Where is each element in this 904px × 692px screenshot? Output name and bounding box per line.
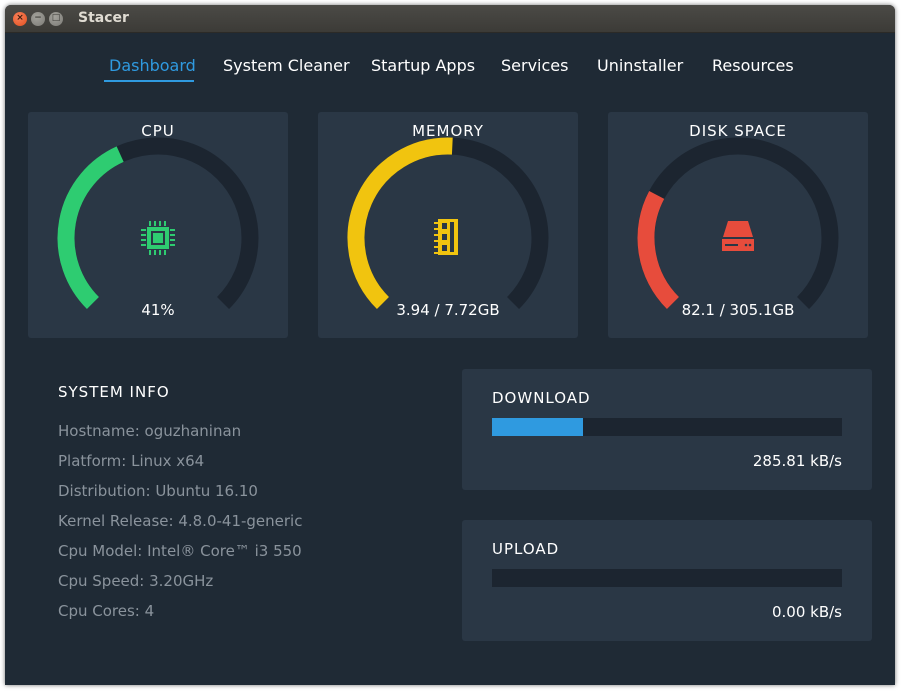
upload-title: UPLOAD [492,540,560,558]
app-window: × − □ Stacer Dashboard System Cleaner St… [5,5,895,685]
download-bar-fill [492,418,583,436]
cpu-chip-icon [141,221,175,255]
tab-dashboard[interactable]: Dashboard [109,56,196,75]
upload-bar [492,569,842,587]
upload-speed: 0.00 kB/s [771,603,842,621]
download-bar [492,418,842,436]
window-title: Stacer [78,10,129,26]
tab-resources[interactable]: Resources [712,56,794,75]
download-speed: 285.81 kB/s [752,452,842,470]
upload-panel: UPLOAD 0.00 kB/s [462,520,872,641]
system-info-cpu-cores: Cpu Cores: 4 [58,602,155,620]
main-nav: Dashboard System Cleaner Startup Apps Se… [5,33,895,93]
system-info-cpu-model: Cpu Model: Intel® Core™ i3 550 [58,542,302,560]
download-title: DOWNLOAD [492,389,591,407]
system-info-title: SYSTEM INFO [58,383,170,401]
system-info-distribution: Distribution: Ubuntu 16.10 [58,482,258,500]
memory-usage-value: 3.94 / 7.72GB [396,301,500,319]
cpu-card: CPU 41% [28,112,288,338]
minimize-window-button[interactable]: − [31,12,45,26]
system-info-hostname: Hostname: oguzhaninan [58,422,242,440]
system-info-platform: Platform: Linux x64 [58,452,205,470]
system-info-panel: SYSTEM INFO Hostname: oguzhaninan Platfo… [58,383,302,620]
cpu-usage-value: 41% [141,301,175,319]
tab-services[interactable]: Services [501,56,568,75]
active-tab-indicator [104,80,194,82]
cpu-gauge-fill [57,146,124,310]
disk-card: DISK SPACE 82.1 / 305.1GB [608,112,868,338]
memory-module-icon [434,219,458,255]
memory-card: MEMORY 3.94 / 7.72GB [318,112,578,338]
disk-usage-value: 82.1 / 305.1GB [681,301,795,319]
system-info-cpu-speed: Cpu Speed: 3.20GHz [58,572,214,590]
tab-startup-apps[interactable]: Startup Apps [371,56,475,75]
hard-disk-icon [722,221,754,251]
title-bar: × − □ Stacer [5,5,895,33]
download-panel: DOWNLOAD 285.81 kB/s [462,369,872,490]
system-info-kernel: Kernel Release: 4.8.0-41-generic [58,512,303,530]
maximize-window-button[interactable]: □ [49,12,63,26]
disk-gauge-fill [637,190,680,310]
tab-system-cleaner[interactable]: System Cleaner [223,56,350,75]
close-window-button[interactable]: × [13,12,27,26]
tab-uninstaller[interactable]: Uninstaller [597,56,683,75]
